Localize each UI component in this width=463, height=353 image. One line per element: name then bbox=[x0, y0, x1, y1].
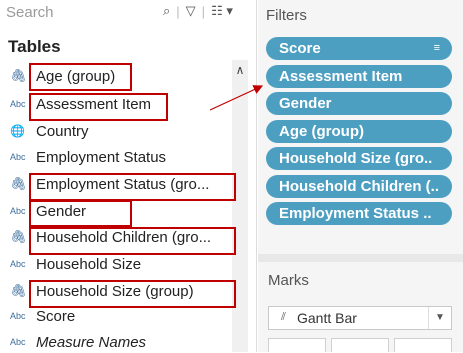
scrollbar[interactable] bbox=[232, 60, 248, 352]
filters-heading: Filters bbox=[266, 7, 307, 24]
chevron-down-icon[interactable]: ▼ bbox=[428, 307, 451, 329]
filter-pill-assessment-item[interactable]: Assessment Item bbox=[266, 65, 452, 88]
abc-icon: Abc bbox=[10, 152, 26, 162]
color-button[interactable] bbox=[268, 338, 326, 352]
sort-icon: ≡ bbox=[433, 42, 440, 54]
tables-heading: Tables bbox=[8, 37, 61, 56]
field-label: Measure Names bbox=[36, 333, 147, 351]
pill-label: Assessment Item bbox=[279, 68, 403, 85]
separator: | bbox=[201, 3, 206, 19]
search-input[interactable]: Search bbox=[6, 4, 54, 21]
field-label: Country bbox=[36, 122, 89, 140]
filter-icon[interactable]: ▽ bbox=[186, 3, 196, 19]
chevron-up-icon[interactable]: ∧ bbox=[232, 63, 248, 79]
field-label: Household Size bbox=[36, 255, 142, 273]
field-score[interactable]: Abc Score bbox=[10, 305, 232, 327]
search-icon[interactable]: ⌕ bbox=[163, 3, 170, 19]
highlight-box bbox=[29, 93, 168, 121]
mark-type-select[interactable]: ⫽ Gantt Bar ▼ bbox=[268, 306, 452, 330]
pill-label: Gender bbox=[279, 95, 332, 112]
field-employment-status[interactable]: Abc Employment Status bbox=[10, 146, 232, 168]
marks-card-buttons bbox=[268, 338, 452, 352]
highlight-box bbox=[29, 280, 236, 308]
abc-icon: Abc bbox=[10, 337, 26, 347]
marks-heading: Marks bbox=[268, 272, 309, 289]
mark-type-label: Gantt Bar bbox=[297, 310, 357, 326]
field-household-size[interactable]: Abc Household Size bbox=[10, 253, 232, 275]
field-label: Score bbox=[36, 307, 76, 325]
filter-pill-gender[interactable]: Gender bbox=[266, 92, 452, 115]
separator: | bbox=[176, 3, 180, 19]
globe-icon: 🌐 bbox=[10, 124, 25, 138]
abc-icon: Abc bbox=[10, 311, 26, 321]
pane-divider[interactable] bbox=[256, 0, 257, 352]
pill-label: Score bbox=[279, 40, 321, 57]
search-bar[interactable]: Search ⌕ | ▽ | ☷ ▾ bbox=[0, 0, 248, 26]
highlight-box bbox=[29, 200, 132, 227]
filter-pill-household-size-group[interactable]: Household Size (gro.. bbox=[266, 147, 452, 170]
highlight-box bbox=[29, 227, 236, 255]
abc-icon: Abc bbox=[10, 259, 26, 269]
size-button[interactable] bbox=[331, 338, 389, 352]
filter-pill-employment-status[interactable]: Employment Status .. bbox=[266, 202, 452, 225]
pill-label: Employment Status .. bbox=[279, 205, 432, 222]
field-country[interactable]: 🌐 Country bbox=[10, 120, 232, 142]
highlight-box bbox=[29, 63, 132, 91]
gantt-bar-icon: ⫽ bbox=[281, 311, 286, 323]
pill-label: Age (group) bbox=[279, 123, 364, 140]
search-tools: ⌕ | ▽ | ☷ ▾ bbox=[163, 3, 233, 19]
filter-pill-age-group[interactable]: Age (group) bbox=[266, 120, 452, 143]
pill-label: Household Size (gro.. bbox=[279, 150, 433, 167]
highlight-box bbox=[29, 173, 236, 201]
panel-separator bbox=[258, 254, 463, 262]
field-measure-names[interactable]: Abc Measure Names bbox=[10, 331, 232, 353]
filter-pill-score[interactable]: Score ≡ bbox=[266, 37, 452, 60]
field-label: Employment Status bbox=[36, 148, 167, 166]
filter-pill-household-children-group[interactable]: Household Children (.. bbox=[266, 175, 452, 198]
pill-label: Household Children (.. bbox=[279, 178, 439, 195]
label-button[interactable] bbox=[394, 338, 452, 352]
view-options-icon[interactable]: ☷ ▾ bbox=[211, 3, 233, 19]
